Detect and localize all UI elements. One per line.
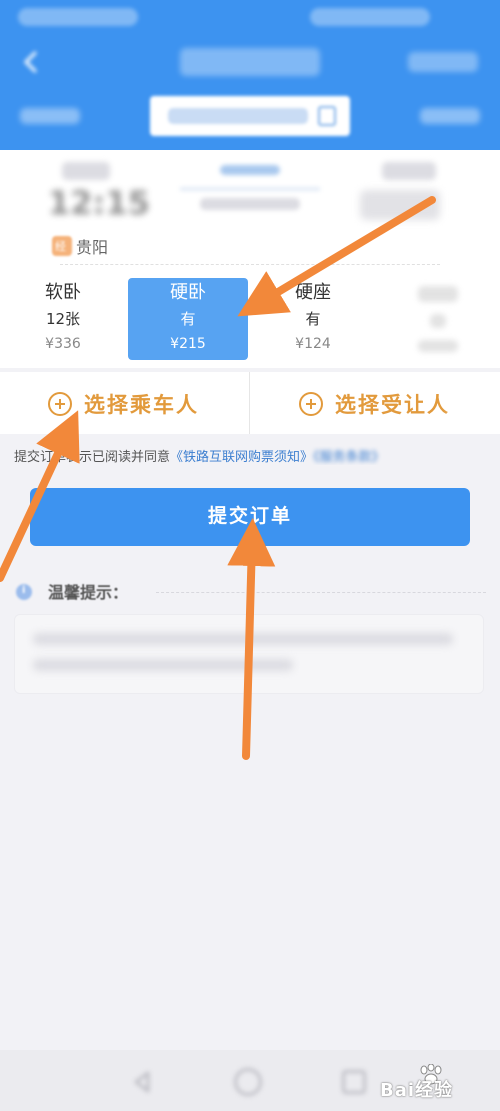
select-passenger-button[interactable]: 选择乘车人	[0, 372, 250, 434]
seat-price: ¥124	[295, 336, 331, 352]
agreement-link-terms[interactable]: 《服务条款》	[313, 450, 385, 465]
select-recipient-button[interactable]: 选择受让人	[251, 372, 500, 434]
seat-name-blurred	[418, 286, 458, 302]
route-info	[170, 162, 330, 212]
next-day-button[interactable]	[420, 108, 480, 124]
nav-back-icon[interactable]	[130, 1070, 154, 1094]
tips-header: i 温馨提示：	[16, 576, 486, 606]
date-selector[interactable]	[150, 96, 350, 136]
route-line	[180, 188, 320, 190]
agreement-prefix: 提交订单表示已阅读并同意	[14, 450, 171, 465]
date-text	[168, 108, 308, 124]
plus-icon	[48, 392, 72, 416]
divider	[60, 264, 440, 265]
header-action[interactable]	[408, 52, 478, 72]
via-station-name: 贵阳	[76, 238, 109, 257]
seat-options: 软卧 12张 ¥336 硬卧 有 ¥215 硬座 有 ¥124	[0, 268, 500, 368]
seat-name: 硬卧	[170, 282, 206, 303]
nav-recent-icon[interactable]	[342, 1070, 366, 1094]
seat-name: 硬座	[295, 282, 331, 303]
tips-line	[33, 633, 453, 645]
info-icon: i	[16, 584, 32, 600]
seat-soft-sleeper[interactable]: 软卧 12张 ¥336	[3, 278, 123, 360]
agreement-text: 提交订单表示已阅读并同意《铁路互联网购票须知》《服务条款》	[14, 446, 494, 465]
seat-price: ¥336	[45, 336, 81, 352]
to-station	[382, 162, 436, 180]
status-bar	[0, 0, 500, 36]
departure-time: 12:15	[48, 184, 150, 222]
seat-availability: 有	[180, 310, 196, 328]
prev-day-button[interactable]	[20, 108, 80, 124]
tips-divider	[156, 592, 486, 593]
watermark: Bai经验	[380, 1064, 496, 1101]
tips-content	[14, 614, 484, 694]
back-icon[interactable]	[20, 50, 42, 74]
watermark-text: Bai经验	[380, 1080, 454, 1101]
page-title	[180, 48, 320, 76]
tips-title: 温馨提示：	[48, 583, 129, 602]
seat-availability-blurred	[430, 314, 446, 328]
train-number	[220, 165, 280, 175]
submit-order-button[interactable]: 提交订单	[30, 488, 470, 546]
select-passenger-label: 选择乘车人	[84, 393, 199, 417]
via-icon-text: 经	[55, 240, 66, 253]
via-icon: 经	[52, 236, 72, 256]
header	[0, 0, 500, 150]
seat-fourth[interactable]	[378, 278, 498, 360]
seat-availability: 12张	[45, 310, 81, 328]
status-right	[310, 8, 430, 26]
seat-hard-sleeper[interactable]: 硬卧 有 ¥215	[128, 278, 248, 360]
from-station	[62, 162, 110, 180]
duration	[200, 198, 300, 210]
via-station: 经贵阳	[52, 234, 109, 257]
seat-hard-seat[interactable]: 硬座 有 ¥124	[253, 278, 373, 360]
seat-price-blurred	[418, 340, 458, 352]
tips-line	[33, 659, 293, 671]
seat-price: ¥215	[170, 336, 206, 352]
plus-icon	[299, 392, 323, 416]
seat-name: 软卧	[45, 282, 81, 303]
status-left	[18, 8, 138, 26]
arrival-time	[360, 190, 440, 220]
nav-home-icon[interactable]	[234, 1068, 262, 1096]
select-recipient-label: 选择受让人	[335, 393, 450, 417]
fade-mask	[443, 372, 500, 434]
calendar-icon	[318, 106, 336, 126]
agreement-link-ticket-notice[interactable]: 《铁路互联网购票须知》	[170, 450, 313, 465]
seat-availability: 有	[305, 310, 321, 328]
train-info: 12:15 经贵阳	[0, 150, 500, 268]
passenger-selection: 选择乘车人 选择受让人	[0, 372, 500, 434]
